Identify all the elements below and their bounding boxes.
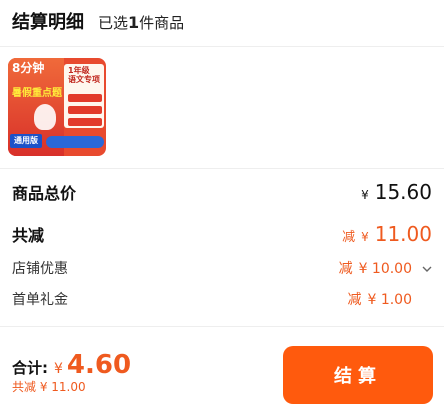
total-discount-row: 共减 减 ¥ 11.00	[12, 220, 432, 248]
selected-count: 1	[128, 13, 140, 32]
goods-total-row: 商品总价 ¥ 15.60	[12, 178, 432, 206]
thumbnail-banner	[46, 136, 104, 148]
first-order-amount: 减 ¥ 1.00	[347, 292, 412, 308]
checkout-button[interactable]: 结算	[283, 346, 433, 404]
store-discount-label: 店铺优惠	[12, 261, 68, 277]
page-title: 结算明细	[12, 12, 84, 33]
total-discount-value: 11.00	[374, 222, 432, 246]
selected-count-text: 已选1件商品	[98, 13, 185, 32]
product-divider	[0, 168, 444, 169]
checkout-header: 结算明细 已选1件商品	[12, 8, 184, 36]
mascot-image	[34, 104, 56, 130]
total-discount-label: 共减	[12, 226, 45, 245]
thumbnail-title: 8分钟	[12, 61, 45, 75]
total-label: 合计:	[12, 359, 48, 377]
store-discount-row[interactable]: 店铺优惠 减 ¥ 10.00	[12, 256, 432, 280]
checkout-footer: 合计: ¥ 4.60 共减 ¥ 11.00 结算	[0, 328, 444, 412]
product-thumbnail[interactable]: 8分钟 暑假重点题 1年级 语文专项 通用版	[8, 58, 106, 156]
footer-discount-text: 共减 ¥ 11.00	[12, 380, 86, 394]
thumbnail-badge: 通用版	[10, 134, 42, 148]
goods-total-value: 15.60	[374, 180, 432, 204]
goods-total-amount: ¥ 15.60	[361, 180, 432, 204]
total-line: 合计: ¥ 4.60	[12, 350, 132, 380]
first-order-value: ¥ 1.00	[367, 292, 412, 308]
chevron-down-icon[interactable]	[422, 262, 432, 276]
total-value: 4.60	[66, 350, 132, 380]
first-order-row: 首单礼金 减 ¥ 1.00	[12, 287, 412, 311]
thumbnail-grade: 1年级 语文专项	[68, 66, 100, 84]
first-order-label: 首单礼金	[12, 292, 68, 308]
total-discount-amount: 减 ¥ 11.00	[342, 222, 432, 246]
header-divider	[0, 46, 444, 47]
thumbnail-subtitle: 暑假重点题	[12, 88, 62, 99]
goods-total-label: 商品总价	[12, 184, 77, 203]
footer-divider	[0, 326, 444, 327]
store-discount-value: ¥ 10.00	[358, 261, 412, 277]
store-discount-amount[interactable]: 减 ¥ 10.00	[339, 258, 432, 278]
